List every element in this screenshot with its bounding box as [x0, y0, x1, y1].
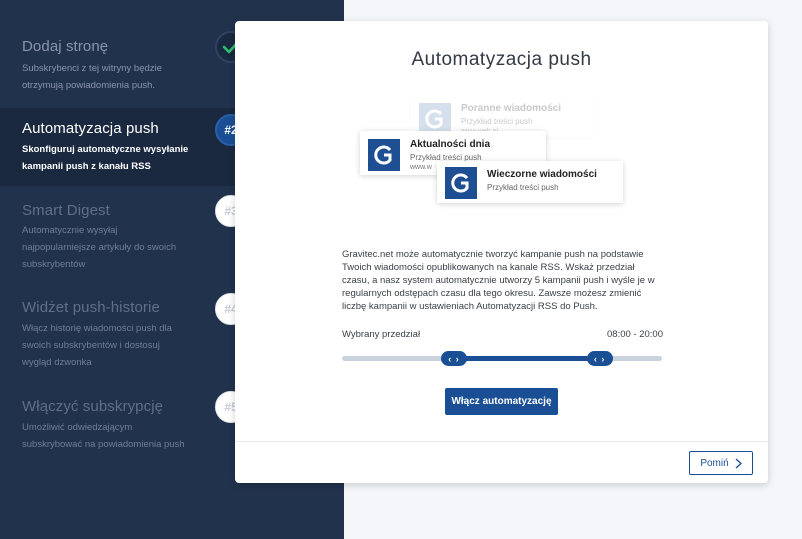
step-description: Umożliwić odwiedzającym subskrybować na … — [22, 422, 185, 450]
notification-title: Poranne wiadomości — [461, 103, 562, 114]
time-range-slider[interactable]: ‹ › ‹ › — [342, 351, 662, 366]
step-title: Włączyć subskrypcję — [22, 398, 164, 415]
notification-body: Przykład treści push — [487, 183, 559, 192]
card-title: Automatyzacja push — [411, 49, 592, 70]
step-description: Automatycznie wysyłaj najpopularniejsze … — [22, 225, 177, 270]
range-value: 08:00 - 20:00 — [607, 329, 663, 340]
step-description: Subskrybenci z tej witryny będzie otrzym… — [22, 63, 162, 91]
enable-automation-button[interactable]: Włącz automatyzację — [445, 388, 558, 415]
step-title: Automatyzacja push — [22, 120, 159, 137]
chevron-right-icon — [735, 457, 742, 469]
step-title: Widżet push-historie — [22, 299, 160, 316]
range-label: Wybrany przedział — [342, 329, 421, 340]
gravitec-logo-icon — [445, 167, 477, 199]
setup-card: Automatyzacja push Poranne wiadomości Pr… — [235, 21, 768, 483]
notification-title: Aktualności dnia — [410, 139, 491, 150]
step-description: Skonfiguruj automatyczne wysyłanie kampa… — [22, 144, 189, 172]
time-range-fill — [454, 356, 600, 361]
footer-divider — [235, 441, 768, 442]
step-title: Smart Digest — [22, 202, 110, 219]
notification-preview-evening: Wieczorne wiadomości Przykład treści pus… — [437, 161, 623, 203]
skip-label: Pomiń — [700, 457, 729, 469]
gravitec-logo-icon — [368, 139, 400, 171]
step-description: Włącz historię wiadomości push dla swoic… — [22, 323, 172, 368]
notification-body: Przykład treści push — [461, 117, 533, 126]
automation-description: Gravitec.net może automatycznie tworzyć … — [342, 249, 655, 312]
range-end-handle[interactable]: ‹ › — [586, 351, 613, 366]
skip-button[interactable]: Pomiń — [689, 451, 753, 475]
notification-url: www.w — [410, 164, 432, 171]
notification-title: Wieczorne wiadomości — [487, 169, 597, 180]
step-title: Dodaj stronę — [22, 38, 109, 55]
range-start-handle[interactable]: ‹ › — [441, 351, 467, 366]
